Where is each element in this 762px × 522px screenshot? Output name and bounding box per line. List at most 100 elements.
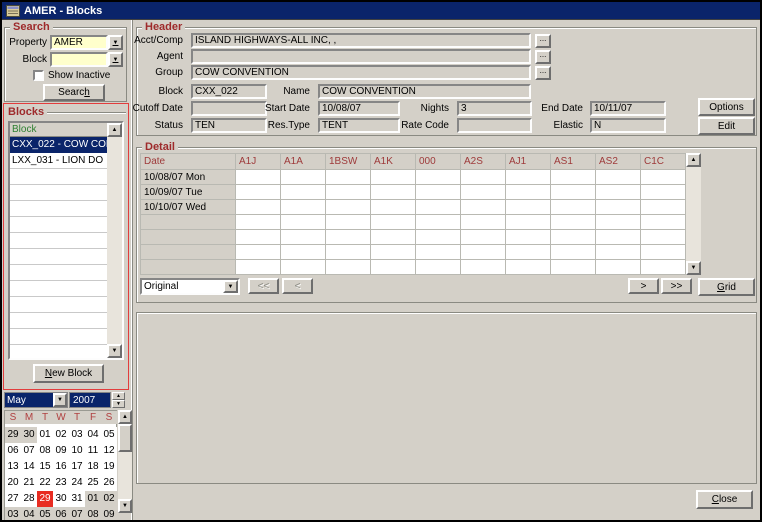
detail-grid-cell[interactable]	[596, 230, 641, 245]
detail-grid-cell[interactable]	[326, 260, 371, 275]
calendar-day[interactable]: 04	[21, 507, 37, 522]
detail-grid-cell[interactable]	[461, 230, 506, 245]
detail-grid-cell[interactable]	[506, 260, 551, 275]
detail-grid-cell[interactable]	[551, 245, 596, 260]
blocks-list-empty-row[interactable]	[10, 201, 107, 217]
search-button[interactable]: Search	[43, 84, 105, 101]
acct-comp-lookup-button[interactable]: ...	[535, 34, 551, 48]
detail-grid-cell[interactable]	[596, 170, 641, 185]
blocks-list-empty-row[interactable]	[10, 265, 107, 281]
blocks-list-empty-row[interactable]	[10, 329, 107, 345]
calendar-day[interactable]: 12	[101, 443, 117, 459]
spinner-up-button[interactable]: ▲	[112, 392, 125, 400]
calendar-day[interactable]: 30	[21, 427, 37, 443]
blocks-list-empty-row[interactable]	[10, 345, 107, 358]
detail-grid-cell[interactable]	[596, 215, 641, 230]
grid-view-select[interactable]: Original ▼	[140, 278, 240, 295]
group-lookup-button[interactable]: ...	[535, 66, 551, 80]
detail-grid-cell[interactable]	[641, 185, 686, 200]
detail-grid-cell[interactable]	[506, 185, 551, 200]
calendar-day[interactable]: 10	[69, 443, 85, 459]
detail-grid-cell[interactable]	[416, 185, 461, 200]
calendar-day[interactable]: 15	[37, 459, 53, 475]
calendar-day[interactable]: 02	[53, 427, 69, 443]
calendar-day[interactable]: 03	[5, 507, 21, 522]
scroll-up-button[interactable]: ▲	[118, 410, 132, 424]
detail-grid-cell[interactable]	[596, 200, 641, 215]
detail-grid-cell[interactable]	[416, 215, 461, 230]
calendar-day[interactable]: 02	[101, 491, 117, 507]
calendar-selected-day[interactable]: 29	[37, 491, 53, 507]
detail-grid-cell[interactable]	[506, 215, 551, 230]
detail-grid-cell[interactable]	[326, 245, 371, 260]
calendar-month-dropdown-button[interactable]: ▼	[53, 393, 67, 407]
detail-grid-cell[interactable]	[281, 185, 326, 200]
calendar-day[interactable]: 20	[5, 475, 21, 491]
calendar-day[interactable]: 27	[5, 491, 21, 507]
detail-grid-cell[interactable]	[641, 245, 686, 260]
calendar-day[interactable]: 31	[69, 491, 85, 507]
calendar-day[interactable]: 28	[21, 491, 37, 507]
detail-grid-cell[interactable]	[506, 200, 551, 215]
detail-grid-cell[interactable]	[416, 230, 461, 245]
new-block-button[interactable]: New Block	[33, 364, 104, 383]
calendar-day[interactable]: 13	[5, 459, 21, 475]
detail-grid-cell[interactable]	[641, 230, 686, 245]
calendar-day[interactable]: 21	[21, 475, 37, 491]
detail-grid-cell[interactable]	[506, 230, 551, 245]
calendar-day[interactable]: 22	[37, 475, 53, 491]
property-dropdown-button[interactable]: ▼	[108, 35, 123, 50]
calendar-day[interactable]: 29	[5, 427, 21, 443]
block-dropdown-button[interactable]: ▼	[108, 52, 123, 67]
calendar-day[interactable]: 11	[85, 443, 101, 459]
calendar-year-field[interactable]: 2007	[69, 392, 111, 408]
detail-grid-cell[interactable]	[281, 200, 326, 215]
scroll-down-button[interactable]: ▼	[686, 261, 701, 275]
detail-grid-cell[interactable]	[551, 230, 596, 245]
grid-last-button[interactable]: >>	[661, 278, 692, 294]
calendar-day[interactable]: 04	[85, 427, 101, 443]
detail-grid-cell[interactable]	[326, 230, 371, 245]
detail-grid-cell[interactable]	[326, 170, 371, 185]
detail-grid-cell[interactable]	[371, 185, 416, 200]
detail-grid-cell[interactable]	[596, 245, 641, 260]
detail-grid-scrollbar[interactable]: ▲ ▼	[686, 153, 701, 275]
detail-grid-cell[interactable]	[281, 170, 326, 185]
detail-grid-cell[interactable]	[326, 185, 371, 200]
detail-grid-cell[interactable]	[551, 185, 596, 200]
detail-grid-cell[interactable]	[461, 200, 506, 215]
calendar-day[interactable]: 03	[69, 427, 85, 443]
detail-grid-cell[interactable]	[236, 185, 281, 200]
detail-grid-cell[interactable]	[461, 245, 506, 260]
calendar-day[interactable]: 14	[21, 459, 37, 475]
detail-grid-cell[interactable]	[371, 170, 416, 185]
scroll-down-button[interactable]: ▼	[107, 344, 122, 358]
scroll-track[interactable]	[107, 137, 122, 344]
calendar-day[interactable]: 08	[37, 443, 53, 459]
calendar-day[interactable]: 08	[85, 507, 101, 522]
calendar-day[interactable]: 16	[53, 459, 69, 475]
agent-lookup-button[interactable]: ...	[535, 50, 551, 64]
detail-grid-cell[interactable]	[551, 260, 596, 275]
blocks-list-empty-row[interactable]	[10, 313, 107, 329]
calendar-day[interactable]: 09	[101, 507, 117, 522]
detail-grid-cell[interactable]	[596, 185, 641, 200]
calendar-day[interactable]: 23	[53, 475, 69, 491]
property-input[interactable]: AMER	[50, 35, 108, 50]
blocks-list-empty-row[interactable]	[10, 217, 107, 233]
spinner-down-button[interactable]: ▼	[112, 400, 125, 408]
blocks-list-empty-row[interactable]	[10, 281, 107, 297]
scroll-down-button[interactable]: ▼	[118, 499, 132, 513]
calendar-month-select[interactable]: May ▼	[4, 392, 68, 408]
detail-grid-cell[interactable]	[236, 245, 281, 260]
grid-next-button[interactable]: >	[628, 278, 659, 294]
calendar-day[interactable]: 19	[101, 459, 117, 475]
grid-first-button[interactable]: <<	[248, 278, 279, 294]
calendar-scrollbar[interactable]: ▲ ▼	[118, 410, 132, 513]
calendar-day[interactable]: 05	[37, 507, 53, 522]
calendar-day[interactable]: 18	[85, 459, 101, 475]
calendar-day[interactable]: 30	[53, 491, 69, 507]
detail-grid-cell[interactable]	[641, 215, 686, 230]
scroll-thumb[interactable]	[118, 424, 132, 452]
calendar-day[interactable]: 06	[53, 507, 69, 522]
